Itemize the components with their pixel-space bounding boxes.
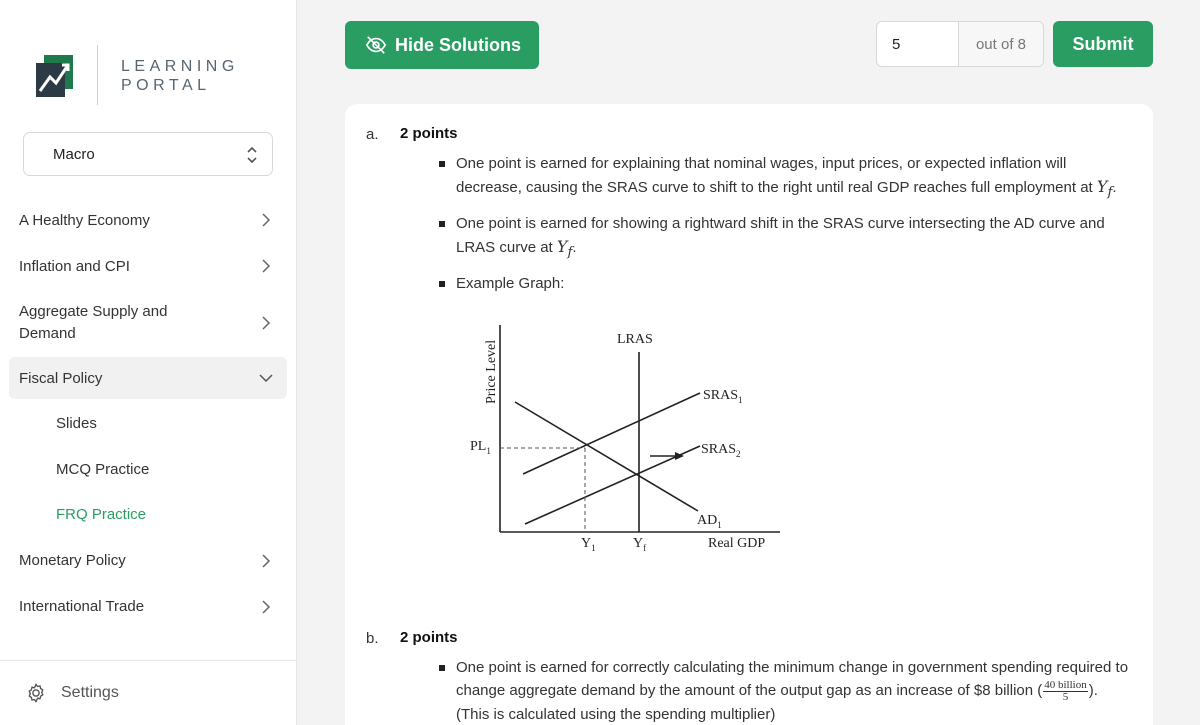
part-b-points: 2 points xyxy=(400,629,458,646)
sidebar-item-fiscal-policy[interactable]: Fiscal Policy xyxy=(9,357,287,399)
part-b-bullets: One point is earned for correctly calcul… xyxy=(435,656,1135,725)
course-select-value: Macro xyxy=(53,145,95,163)
question-total-label: out of 8 xyxy=(959,22,1043,66)
settings-link[interactable]: Settings xyxy=(0,660,297,725)
settings-label: Settings xyxy=(61,684,119,701)
ad-label: AD1 xyxy=(697,513,722,530)
question-pager: 5 out of 8 xyxy=(876,21,1044,67)
logo-chart-icon xyxy=(36,55,73,97)
question-number-input[interactable]: 5 xyxy=(877,22,959,66)
sidebar-subitem-label: FRQ Practice xyxy=(56,506,147,524)
chevron-right-icon xyxy=(262,213,271,227)
part-a-letter: a. xyxy=(366,126,379,143)
sidebar-subitem-label: Slides xyxy=(56,415,97,433)
brand-name: LEARNING PORTAL xyxy=(121,57,239,95)
lras-label: LRAS xyxy=(617,332,653,347)
brand-logo[interactable]: LEARNING PORTAL xyxy=(36,45,276,105)
part-a-bullet-1: One point is earned for explaining that … xyxy=(435,152,1135,204)
sidebar-item-aggregate-supply-demand[interactable]: Aggregate Supply and Demand xyxy=(9,289,287,357)
math-y: Y xyxy=(1096,177,1108,196)
bullet-text: One point is earned for explaining that … xyxy=(456,155,1093,196)
part-b-bullet-1: One point is earned for correctly calcul… xyxy=(435,656,1135,725)
course-select[interactable]: Macro xyxy=(23,132,273,176)
sidebar-item-label: Monetary Policy xyxy=(19,552,126,569)
math-yf: Yf xyxy=(1096,177,1113,200)
chevron-right-icon xyxy=(262,259,271,273)
math-yf: Yf xyxy=(556,237,573,260)
sidebar-item-monetary-policy[interactable]: Monetary Policy xyxy=(9,538,287,584)
pl1-label: PL1 xyxy=(470,439,491,456)
sras2-label: SRAS2 xyxy=(701,442,741,459)
solution-card: a. 2 points One point is earned for expl… xyxy=(345,104,1153,725)
chevron-right-icon xyxy=(262,316,271,330)
updown-chevron-icon xyxy=(247,146,257,164)
shift-arrow-icon xyxy=(650,452,684,460)
y1-label: Y1 xyxy=(581,536,596,553)
bullet-text: One point is earned for showing a rightw… xyxy=(456,215,1105,257)
chevron-right-icon xyxy=(262,599,271,614)
graph-xlabel: Real GDP xyxy=(708,536,765,551)
period: . xyxy=(1112,179,1117,196)
sidebar-item-label: International Trade xyxy=(19,598,145,615)
example-graph: Price Level Real GDP LRAS SRAS1 SRAS2 AD… xyxy=(470,325,780,553)
sidebar-subitem-label: MCQ Practice xyxy=(56,460,150,478)
hide-solutions-button[interactable]: Hide Solutions xyxy=(345,21,539,69)
logo-divider xyxy=(97,45,98,105)
part-b-letter: b. xyxy=(366,630,379,647)
gear-icon xyxy=(28,683,44,703)
chevron-down-icon xyxy=(259,374,273,383)
sidebar-item-label: Aggregate Supply and Demand xyxy=(19,303,168,342)
bullet-text: One point is earned for correctly calcul… xyxy=(456,659,1129,699)
bullet-text: Example Graph: xyxy=(456,275,565,293)
brand-line1: LEARNING xyxy=(121,58,239,75)
sidebar-subitem-slides[interactable]: Slides xyxy=(9,401,287,447)
hide-solutions-label: Hide Solutions xyxy=(395,34,521,55)
sidebar-subitem-frq-practice[interactable]: FRQ Practice xyxy=(9,492,287,538)
sidebar-subitem-mcq-practice[interactable]: MCQ Practice xyxy=(9,447,287,493)
fraction-denominator: 5 xyxy=(1062,690,1069,703)
sidebar-item-healthy-economy[interactable]: A Healthy Economy xyxy=(9,197,287,243)
topic-nav: A Healthy Economy Inflation and CPI Aggr… xyxy=(9,197,287,630)
brand-line2: PORTAL xyxy=(121,77,211,94)
sidebar-item-label: A Healthy Economy xyxy=(19,211,150,229)
part-a-points: 2 points xyxy=(400,125,458,142)
sras1-line xyxy=(522,392,701,475)
sidebar-item-inflation-cpi[interactable]: Inflation and CPI xyxy=(9,243,287,289)
sidebar-item-international-trade[interactable]: International Trade xyxy=(9,584,287,630)
yf-label: Yf xyxy=(633,536,646,553)
chevron-right-icon xyxy=(262,553,271,568)
eye-off-icon xyxy=(365,36,387,54)
sidebar: LEARNING PORTAL Macro A Healthy Economy … xyxy=(0,0,297,725)
fraction-numerator: 40 billion xyxy=(1043,678,1088,692)
period: . xyxy=(572,239,577,257)
graph-ylabel: Price Level xyxy=(484,340,499,404)
part-a-bullet-2: One point is earned for showing a rightw… xyxy=(435,212,1135,264)
sras2-line xyxy=(524,445,701,525)
sidebar-item-label: Inflation and CPI xyxy=(19,257,130,275)
fraction: 40 billion 5 xyxy=(1043,678,1088,703)
part-a-bullets: One point is earned for explaining that … xyxy=(435,152,1135,303)
sras1-label: SRAS1 xyxy=(703,388,743,405)
sidebar-item-label: Fiscal Policy xyxy=(19,369,103,387)
submit-button[interactable]: Submit xyxy=(1053,21,1153,67)
part-a-bullet-3: Example Graph: xyxy=(435,272,1135,295)
math-y: Y xyxy=(556,237,568,257)
